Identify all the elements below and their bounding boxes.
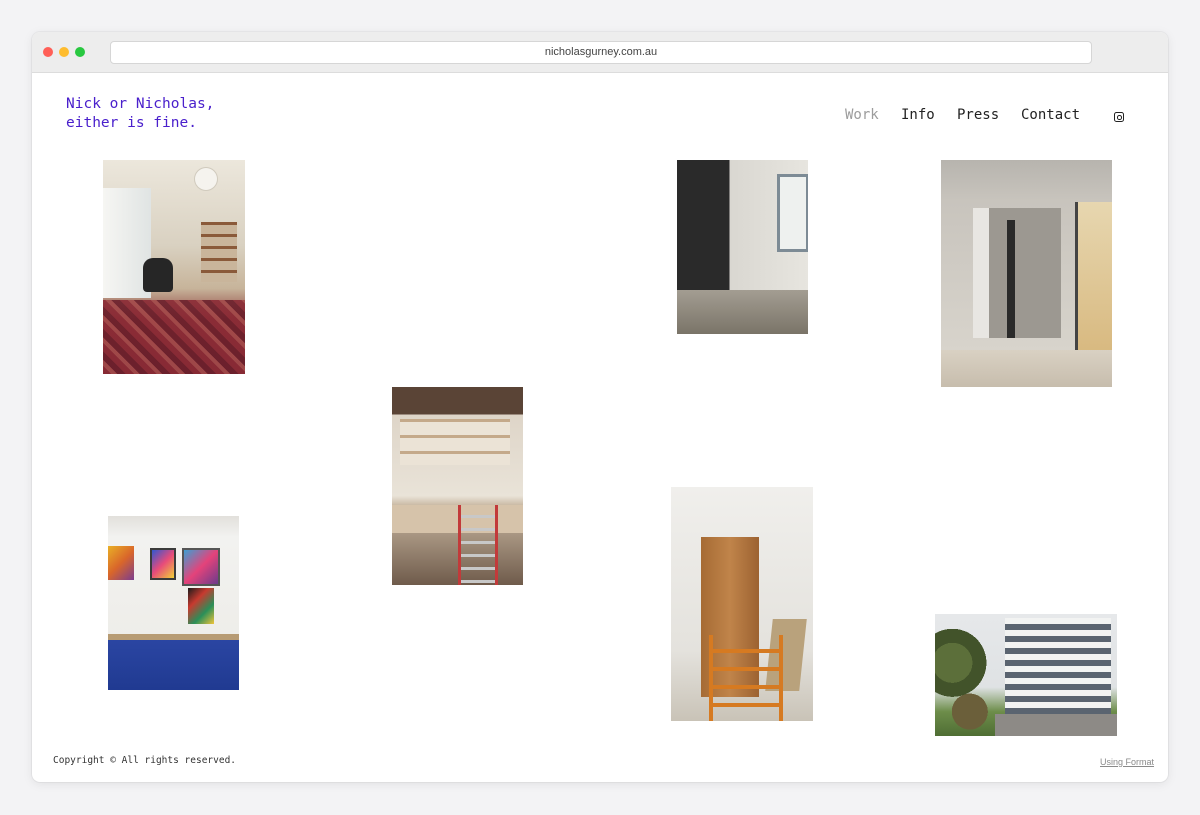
photo-detail [108,546,134,580]
photo-detail [973,208,1061,338]
nav-work[interactable]: Work [845,107,879,123]
maximize-window-button[interactable] [75,47,85,57]
photo-detail [188,588,214,624]
logo-line-2: either is fine. [66,115,197,131]
photo-detail [1005,618,1111,714]
photo-blue-sideboard[interactable] [108,516,239,690]
instagram-icon[interactable] [1114,112,1124,122]
minimize-window-button[interactable] [59,47,69,57]
photo-detail [777,174,808,252]
photo-detail [201,222,237,282]
address-bar[interactable]: nicholasgurney.com.au [110,41,1092,64]
close-window-button[interactable] [43,47,53,57]
photo-detail [103,300,245,374]
nav-contact[interactable]: Contact [1021,107,1080,123]
photo-detail [709,635,783,721]
photo-kitchen-ladder[interactable] [392,387,523,585]
photo-living-room[interactable] [103,160,245,374]
photo-stone-niche[interactable] [941,160,1112,387]
footer-copyright: Copyright © All rights reserved. [53,755,237,766]
photo-detail [1007,220,1015,338]
site-logo[interactable]: Nick or Nicholas, either is fine. [66,95,214,133]
photo-detail [195,168,217,190]
photo-detail [458,505,498,585]
nav-press[interactable]: Press [957,107,999,123]
photo-detail [935,614,993,736]
photo-detail [1075,202,1112,352]
photo-detail [995,714,1117,736]
photo-wardrobe-ladder[interactable] [671,487,813,721]
photo-detail [941,350,1112,387]
photo-detail [677,290,808,334]
photo-detail [108,634,239,640]
browser-window: nicholasgurney.com.au Nick or Nicholas, … [32,32,1168,782]
photo-detail [150,548,176,580]
photo-bathroom[interactable] [677,160,808,334]
using-format-link[interactable]: Using Format [1100,757,1154,767]
photo-white-building[interactable] [935,614,1117,736]
photo-detail [143,258,173,292]
photo-detail [400,419,510,465]
nav-info[interactable]: Info [901,107,935,123]
logo-line-1: Nick or Nicholas, [66,96,215,112]
browser-titlebar: nicholasgurney.com.au [32,32,1168,73]
photo-detail [182,548,220,586]
